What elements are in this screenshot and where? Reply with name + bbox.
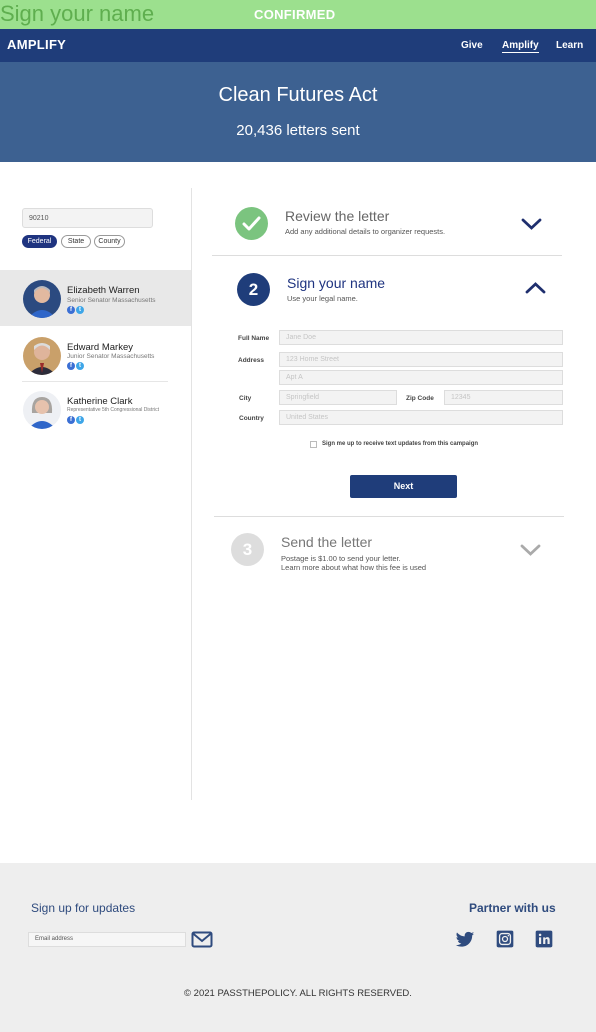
step-sign-subtitle: Use your legal name. <box>287 294 358 303</box>
twitter-icon[interactable]: t <box>76 362 84 370</box>
logo[interactable]: AMPLIFY <box>7 37 66 52</box>
filter-county[interactable]: County <box>94 235 125 248</box>
signup-title: Sign up for updates <box>31 901 136 915</box>
step-send-subtitle-fee: Postage is $1.00 to send your letter. <box>281 554 401 563</box>
rep-name: Edward Markey <box>67 342 133 353</box>
facebook-icon[interactable]: f <box>67 362 75 370</box>
avatar <box>23 391 61 429</box>
step-review-subtitle: Add any additional details to organizer … <box>285 227 446 236</box>
address-line2-field[interactable]: Apt A <box>279 370 563 385</box>
zip-label: Zip Code <box>406 395 434 402</box>
instagram-icon[interactable] <box>495 929 515 949</box>
check-icon <box>235 207 268 240</box>
zip-field[interactable]: 12345 <box>444 390 563 405</box>
filter-federal[interactable]: Federal <box>22 235 57 248</box>
twitter-icon[interactable]: t <box>76 416 84 424</box>
rep-item-warren[interactable]: Elizabeth Warren Senior Senator Massachu… <box>0 270 191 326</box>
filter-state[interactable]: State <box>61 235 91 248</box>
avatar <box>23 280 61 318</box>
linkedin-icon[interactable] <box>534 929 554 949</box>
divider <box>214 516 564 517</box>
campaign-title: Clean Futures Act <box>218 84 378 106</box>
divider <box>212 255 562 256</box>
city-label: City <box>239 395 252 402</box>
chevron-up-icon[interactable] <box>525 281 546 295</box>
letters-count: 20,436 letters sent <box>236 122 360 139</box>
rep-role: Senior Senator Massachusetts <box>67 297 156 304</box>
facebook-icon[interactable]: f <box>67 416 75 424</box>
full-name-field[interactable]: Jane Doe <box>279 330 563 345</box>
avatar <box>23 337 61 375</box>
sms-optin-label: Sign me up to receive text updates from … <box>322 441 479 447</box>
confirmation-banner: Sign your name CONFIRMED <box>0 0 596 29</box>
country-label: Country <box>239 415 264 422</box>
partner-title: Partner with us <box>469 901 556 915</box>
banner-step-label: Sign your name <box>0 1 155 26</box>
email-input[interactable]: Email address <box>28 932 186 947</box>
rep-item-markey[interactable]: Edward Markey Junior Senator Massachuset… <box>0 328 191 384</box>
step-send-subtitle-learn: Learn more about what how this fee is us… <box>281 563 427 572</box>
nav-link-learn[interactable]: Learn <box>556 40 583 51</box>
country-field[interactable]: United States <box>279 410 563 425</box>
campaign-hero: Clean Futures Act 20,436 letters sent <box>0 62 596 162</box>
next-button[interactable]: Next <box>350 475 457 498</box>
banner-status: CONFIRMED <box>254 7 336 22</box>
step-number: 2 <box>237 273 270 306</box>
address-label: Address <box>238 357 265 364</box>
copyright: © 2021 PASSTHEPOLICY. ALL RIGHTS RESERVE… <box>184 988 412 999</box>
rep-item-clark[interactable]: Katherine Clark Representative 5th Congr… <box>0 382 191 438</box>
sidebar-divider <box>191 188 192 800</box>
step-send-title[interactable]: Send the letter <box>281 534 372 550</box>
footer: Sign up for updates Partner with us Emai… <box>0 863 596 1032</box>
address-line1-field[interactable]: 123 Home Street <box>279 352 563 367</box>
chevron-down-icon[interactable] <box>521 217 542 231</box>
twitter-icon[interactable]: t <box>76 306 84 314</box>
rep-name: Katherine Clark <box>67 396 133 407</box>
full-name-label: Full Name <box>238 335 270 342</box>
top-nav: AMPLIFY Give Amplify Learn <box>0 29 596 62</box>
step-number: 3 <box>231 533 264 566</box>
chevron-down-icon[interactable] <box>520 543 541 557</box>
sms-optin-checkbox[interactable] <box>310 441 317 448</box>
step-sign-title[interactable]: Sign your name <box>287 275 385 291</box>
zip-input[interactable] <box>22 208 153 228</box>
facebook-icon[interactable]: f <box>67 306 75 314</box>
city-field[interactable]: Springfield <box>279 390 397 405</box>
mail-icon[interactable] <box>191 931 213 948</box>
rep-name: Elizabeth Warren <box>67 285 140 296</box>
twitter-icon[interactable] <box>455 929 475 949</box>
rep-role: Representative 5th Congressional Distric… <box>67 407 159 413</box>
nav-link-give[interactable]: Give <box>461 40 483 51</box>
rep-role: Junior Senator Massachusetts <box>67 353 155 360</box>
nav-link-amplify[interactable]: Amplify <box>502 40 539 53</box>
step-review-title[interactable]: Review the letter <box>285 208 389 224</box>
